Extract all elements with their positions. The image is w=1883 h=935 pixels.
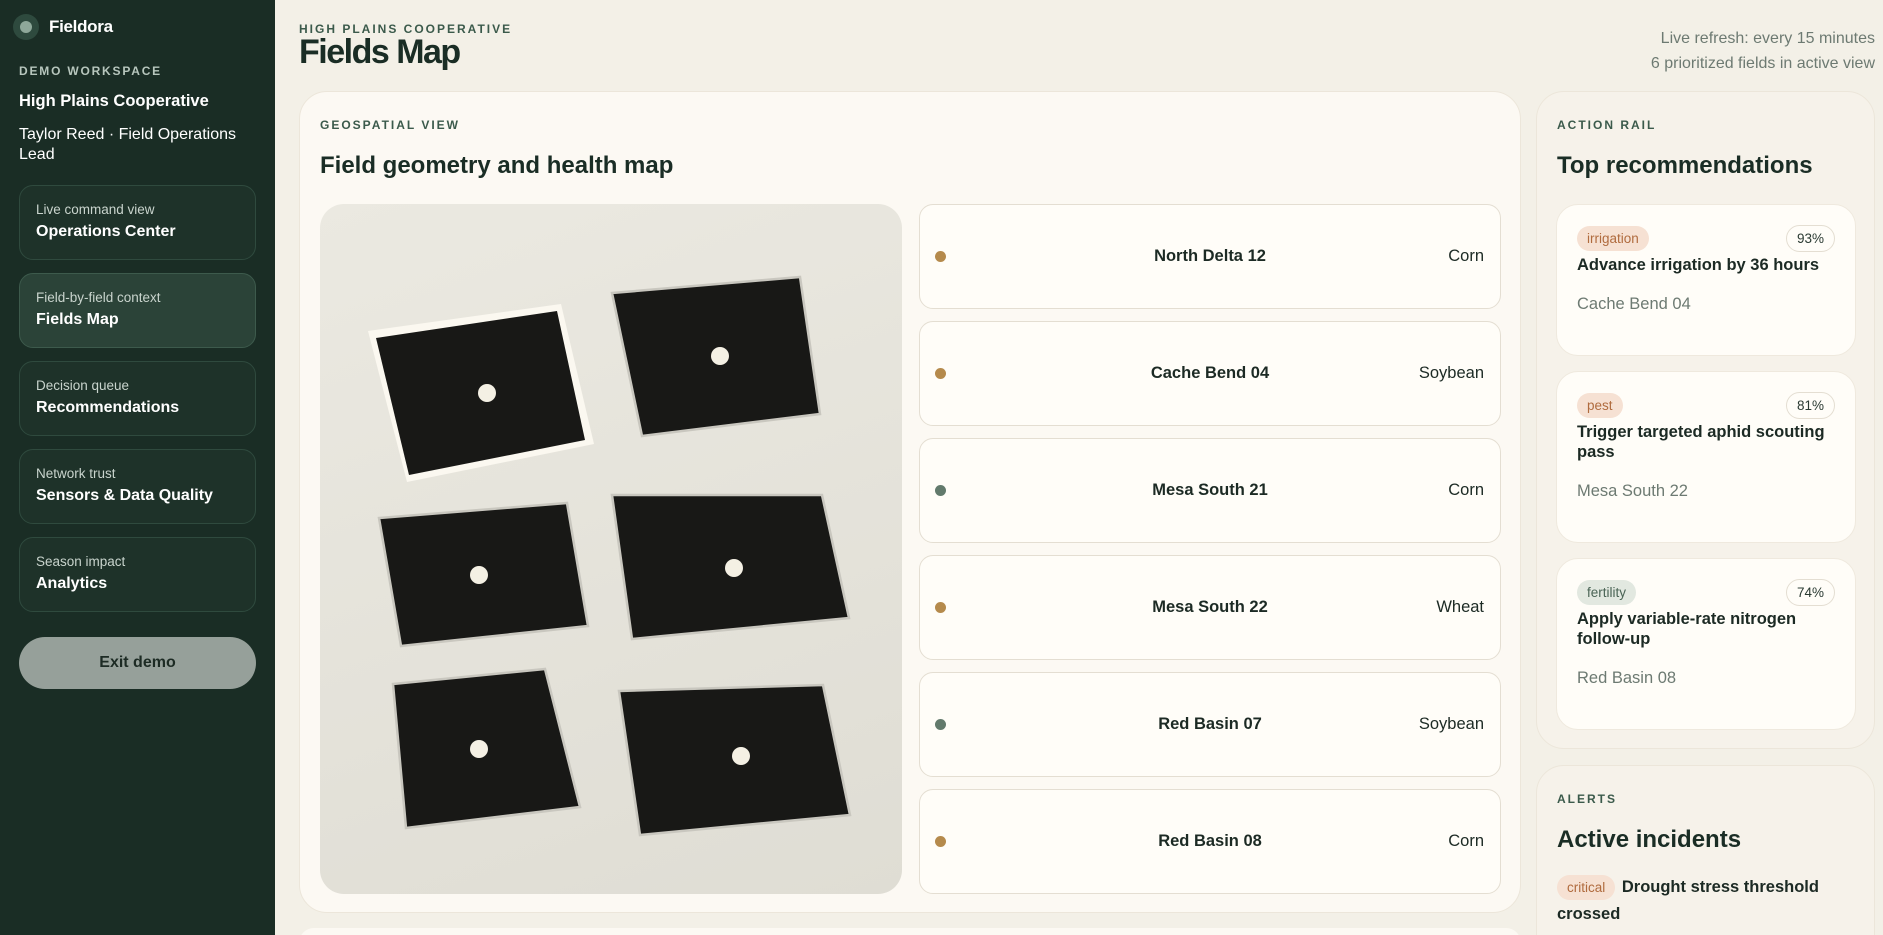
- field-count: 6 prioritized fields in active view: [1650, 55, 1875, 72]
- field-crop: Corn: [1448, 247, 1484, 265]
- field-status-dot: [935, 719, 946, 730]
- nav-item-title: Fields Map: [36, 311, 119, 328]
- field-crop: Corn: [1448, 481, 1484, 499]
- action-rail-title: Top recommendations: [1557, 152, 1813, 179]
- field-polygon-north-delta-12[interactable]: [368, 304, 594, 482]
- nav-item-title: Recommendations: [36, 399, 180, 416]
- field-row[interactable]: Red Basin 07 Soybean: [919, 672, 1501, 777]
- recommendation-tag: irrigation: [1577, 226, 1649, 251]
- field-row[interactable]: Mesa South 22 Wheat: [919, 555, 1501, 660]
- recommendation-card[interactable]: fertility 74% Apply variable-rate nitrog…: [1556, 558, 1856, 730]
- lower-panel: [299, 928, 1521, 935]
- map-panel: GEOSPATIAL VIEW Field geometry and healt…: [299, 91, 1521, 913]
- confidence-badge: 74%: [1785, 579, 1835, 606]
- recommendation-title: Trigger targeted aphid scouting pass: [1577, 423, 1825, 461]
- brand-name: Fieldora: [49, 17, 113, 36]
- field-name: Mesa South 22: [1152, 598, 1268, 616]
- incident-item[interactable]: critical Drought stress threshold crosse…: [1557, 874, 1854, 927]
- nav-item-subtitle: Network trust: [36, 466, 116, 481]
- field-map-canvas[interactable]: [320, 204, 902, 894]
- workspace-user: Taylor Reed · Field Operations Lead: [19, 126, 236, 163]
- brand[interactable]: Fieldora: [13, 0, 256, 54]
- field-crop: Wheat: [1436, 598, 1484, 616]
- severity-tag: critical: [1557, 875, 1616, 900]
- field-map-svg: [368, 275, 852, 837]
- recommendation-title: Advance irrigation by 36 hours: [1577, 256, 1820, 274]
- field-polygon-red-basin-08[interactable]: [617, 683, 852, 837]
- sidebar-item-fields-map[interactable]: Field-by-field context Fields Map: [19, 273, 256, 348]
- confidence-badge: 93%: [1785, 225, 1835, 252]
- field-name: North Delta 12: [1154, 247, 1266, 265]
- field-name: Red Basin 07: [1158, 715, 1262, 733]
- sidebar: Fieldora DEMO WORKSPACE High Plains Coop…: [0, 0, 275, 935]
- nav-item-subtitle: Decision queue: [36, 378, 130, 393]
- field-polygon-mesa-south-22[interactable]: [610, 493, 851, 641]
- field-status-dot: [935, 368, 946, 379]
- refresh-interval: Live refresh: every 15 minutes: [1660, 30, 1875, 47]
- nav-item-title: Operations Center: [36, 223, 176, 240]
- workspace-label: DEMO WORKSPACE: [19, 64, 162, 78]
- nav-item-subtitle: Field-by-field context: [36, 290, 161, 305]
- field-list: North Delta 12 Corn Cache Bend 04 Soybea…: [919, 204, 1501, 894]
- action-rail-eyebrow: ACTION RAIL: [1557, 118, 1657, 132]
- recommendation-title: Apply variable-rate nitrogen follow-up: [1577, 610, 1797, 648]
- page-title: Fields Map: [299, 33, 461, 71]
- nav-item-subtitle: Season impact: [36, 554, 126, 569]
- field-name: Mesa South 21: [1152, 481, 1268, 499]
- map-eyebrow: GEOSPATIAL VIEW: [320, 118, 461, 132]
- field-row[interactable]: Mesa South 21 Corn: [919, 438, 1501, 543]
- recommendation-field: Red Basin 08: [1577, 669, 1677, 687]
- nav-item-title: Analytics: [36, 575, 108, 592]
- sidebar-nav: Live command view Operations Center Fiel…: [19, 185, 256, 612]
- confidence-badge: 81%: [1785, 392, 1835, 419]
- nav-item-title: Sensors & Data Quality: [36, 487, 213, 504]
- alerts-panel: ALERTS Active incidents critical Drought…: [1536, 765, 1875, 935]
- workspace-name: High Plains Cooperative: [19, 92, 209, 110]
- nav-item-subtitle: Live command view: [36, 202, 155, 217]
- field-status-dot: [935, 485, 946, 496]
- field-crop: Soybean: [1418, 715, 1484, 733]
- field-crop: Soybean: [1418, 364, 1484, 382]
- refresh-status: Live refresh: every 15 minutes 6 priorit…: [1651, 26, 1875, 76]
- brand-logo-icon: [13, 14, 39, 40]
- recommendation-card[interactable]: irrigation 93% Advance irrigation by 36 …: [1556, 204, 1856, 356]
- recommendation-tag: pest: [1577, 393, 1623, 418]
- sidebar-item-sensors-data-quality[interactable]: Network trust Sensors & Data Quality: [19, 449, 256, 524]
- field-status-dot: [935, 251, 946, 262]
- recommendation-card[interactable]: pest 81% Trigger targeted aphid scouting…: [1556, 371, 1856, 543]
- field-row[interactable]: Cache Bend 04 Soybean: [919, 321, 1501, 426]
- field-polygon-red-basin-07[interactable]: [391, 667, 582, 830]
- exit-demo-button[interactable]: Exit demo: [19, 637, 256, 689]
- sidebar-item-recommendations[interactable]: Decision queue Recommendations: [19, 361, 256, 436]
- field-polygon-mesa-south-21[interactable]: [377, 501, 590, 648]
- recommendation-tag: fertility: [1577, 580, 1637, 605]
- recommendation-field: Mesa South 22: [1577, 482, 1688, 500]
- field-name: Cache Bend 04: [1150, 364, 1270, 382]
- alerts-eyebrow: ALERTS: [1557, 792, 1617, 806]
- sidebar-item-analytics[interactable]: Season impact Analytics: [19, 537, 256, 612]
- field-status-dot: [935, 602, 946, 613]
- map-title: Field geometry and health map: [320, 152, 674, 179]
- field-row[interactable]: Red Basin 08 Corn: [919, 789, 1501, 894]
- action-rail-panel: ACTION RAIL Top recommendations irrigati…: [1536, 91, 1875, 749]
- alerts-title: Active incidents: [1557, 826, 1742, 853]
- field-row[interactable]: North Delta 12 Corn: [919, 204, 1501, 309]
- field-polygon-cache-bend-04[interactable]: [610, 275, 822, 438]
- sidebar-item-operations-center[interactable]: Live command view Operations Center: [19, 185, 256, 260]
- recommendation-field: Cache Bend 04: [1577, 295, 1691, 313]
- field-name: Red Basin 08: [1158, 832, 1262, 850]
- field-status-dot: [935, 836, 946, 847]
- field-crop: Corn: [1448, 832, 1484, 850]
